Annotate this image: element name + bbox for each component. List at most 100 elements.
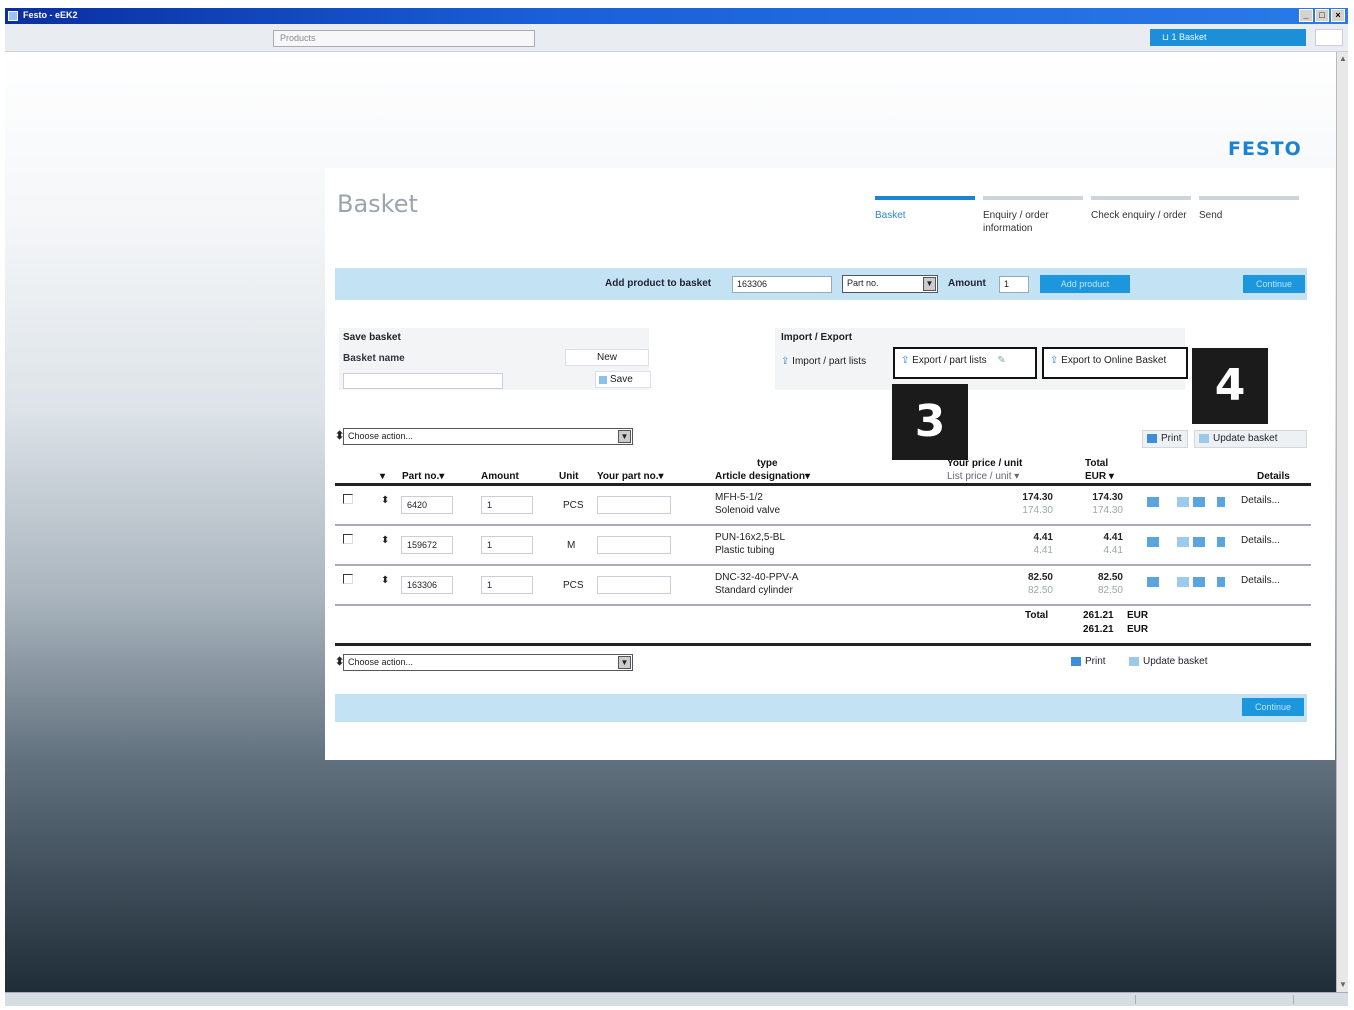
step-indicator <box>1091 196 1191 200</box>
amount-input[interactable]: 1 <box>481 576 533 594</box>
status-bar <box>5 992 1348 1006</box>
copy-icon[interactable] <box>1147 497 1159 507</box>
products-search-field[interactable]: Products <box>273 30 535 47</box>
reorder-icon[interactable]: ⬍ <box>381 495 389 506</box>
cart-icon[interactable] <box>1193 577 1205 587</box>
trash-icon[interactable] <box>1217 537 1225 547</box>
col-part-no[interactable]: Part no.▾ <box>402 471 444 482</box>
new-basket-button[interactable]: New <box>565 349 649 366</box>
add-product-bar: Add product to basket 163306 Part no. ▼ … <box>335 268 1307 300</box>
vertical-scrollbar[interactable]: ▲ ▼ <box>1336 52 1348 992</box>
col-your-part-no[interactable]: Your part no.▾ <box>597 471 664 482</box>
your-part-no-input[interactable] <box>597 496 671 514</box>
part-type-select[interactable]: Part no. ▼ <box>842 275 938 293</box>
comment-icon[interactable] <box>1177 497 1189 507</box>
update-basket-button-top[interactable]: Update basket <box>1194 430 1307 448</box>
choose-action-value: Choose action... <box>348 431 414 441</box>
trash-icon[interactable] <box>1217 497 1225 507</box>
basket-tab-button[interactable]: ⊔ 1 Basket <box>1150 29 1306 46</box>
chevron-down-icon[interactable]: ▼ <box>618 430 631 443</box>
step-enquiry-info[interactable]: Enquiry / order information <box>983 196 1083 235</box>
chevron-down-icon[interactable]: ▼ <box>618 656 631 669</box>
edit-icon[interactable]: ✎ <box>997 355 1005 366</box>
annotation-marker-3: 3 <box>892 384 968 460</box>
save-basket-button[interactable]: Save <box>595 371 651 388</box>
print-button-top[interactable]: Print <box>1142 430 1188 448</box>
comment-icon[interactable] <box>1177 537 1189 547</box>
cart-icon[interactable] <box>1193 537 1205 547</box>
export-online-basket-button[interactable]: ⇪ Export to Online Basket <box>1042 347 1188 379</box>
part-no-input[interactable]: 163306 <box>401 576 453 594</box>
amount-input[interactable]: 1 <box>481 536 533 554</box>
toolbar-extra-button[interactable] <box>1315 29 1343 46</box>
row-checkbox[interactable] <box>343 534 353 544</box>
col-unit: Unit <box>559 471 579 482</box>
scroll-up-icon[interactable]: ▲ <box>1338 54 1348 64</box>
basket-table: ▾ Part no.▾ Amount Unit Your part no.▾ t… <box>335 454 1311 646</box>
step-check-enquiry[interactable]: Check enquiry / order <box>1091 196 1191 222</box>
bottom-continue-bar: Continue <box>335 694 1307 722</box>
choose-action-select-bottom[interactable]: Choose action... ▼ <box>343 654 633 671</box>
update-label: Update basket <box>1143 656 1208 667</box>
choose-action-select-top[interactable]: Choose action... ▼ <box>343 428 633 445</box>
col-designation[interactable]: Article designation▾ <box>715 471 810 482</box>
choose-action-value: Choose action... <box>348 657 414 667</box>
designation-text: Plastic tubing <box>715 545 775 556</box>
row-checkbox[interactable] <box>343 494 353 504</box>
reorder-icon[interactable]: ⬍ <box>381 575 389 586</box>
comment-icon[interactable] <box>1177 577 1189 587</box>
part-no-input[interactable]: 159672 <box>401 536 453 554</box>
step-label: Send <box>1199 210 1223 221</box>
print-label: Print <box>1161 433 1182 444</box>
price-value: 4.41 <box>1033 532 1053 543</box>
cart-icon[interactable] <box>1193 497 1205 507</box>
continue-button[interactable]: Continue <box>1243 275 1305 293</box>
add-product-button[interactable]: Add product <box>1040 275 1130 293</box>
reorder-icon[interactable]: ⬍ <box>381 535 389 546</box>
sort-icon[interactable]: ▾ <box>380 471 385 482</box>
part-no-input[interactable]: 6420 <box>401 496 453 514</box>
minimize-icon[interactable]: _ <box>1299 9 1313 22</box>
window-controls: _ □ × <box>1299 9 1345 22</box>
import-icon: ⇪ <box>781 356 790 367</box>
row-checkbox[interactable] <box>343 574 353 584</box>
step-send[interactable]: Send <box>1199 196 1299 222</box>
close-icon[interactable]: × <box>1331 9 1345 22</box>
scroll-down-icon[interactable]: ▼ <box>1338 980 1348 990</box>
your-part-no-input[interactable] <box>597 576 671 594</box>
amount-input[interactable]: 1 <box>999 276 1029 293</box>
details-link[interactable]: Details... <box>1241 575 1280 586</box>
print-button-bottom[interactable]: Print <box>1067 654 1117 672</box>
import-export-heading: Import / Export <box>781 332 853 343</box>
continue-button-bottom[interactable]: Continue <box>1242 698 1304 716</box>
basket-name-input[interactable] <box>343 373 503 389</box>
col-total: Total <box>1085 458 1109 469</box>
details-link[interactable]: Details... <box>1241 535 1280 546</box>
update-basket-button-bottom[interactable]: Update basket <box>1125 654 1225 672</box>
col-list-price[interactable]: List price / unit ▾ <box>947 471 1019 482</box>
printer-icon <box>1071 657 1081 666</box>
trash-icon[interactable] <box>1217 577 1225 587</box>
price-value: 82.50 <box>1027 572 1053 583</box>
chevron-down-icon[interactable]: ▼ <box>923 277 936 291</box>
amount-input[interactable]: 1 <box>481 496 533 514</box>
import-part-lists-link[interactable]: ⇪ Import / part lists <box>781 356 866 367</box>
details-link[interactable]: Details... <box>1241 495 1280 506</box>
designation-text: Standard cylinder <box>715 585 793 596</box>
total-list-value: 82.50 <box>1097 585 1123 596</box>
page-title: Basket <box>337 190 418 218</box>
copy-icon[interactable] <box>1147 537 1159 547</box>
step-indicator <box>875 196 975 200</box>
col-details: Details <box>1257 471 1290 482</box>
your-part-no-input[interactable] <box>597 536 671 554</box>
step-basket[interactable]: Basket <box>875 196 975 222</box>
app-icon <box>8 11 18 21</box>
maximize-icon[interactable]: □ <box>1315 9 1329 22</box>
table-header: ▾ Part no.▾ Amount Unit Your part no.▾ t… <box>335 454 1311 486</box>
copy-icon[interactable] <box>1147 577 1159 587</box>
export-label: Export / part lists <box>912 355 987 366</box>
col-total-currency[interactable]: EUR ▾ <box>1085 471 1114 482</box>
printer-icon <box>1147 434 1157 443</box>
product-number-input[interactable]: 163306 <box>732 276 832 293</box>
export-part-lists-button[interactable]: ⇪ Export / part lists ✎ <box>893 347 1037 379</box>
